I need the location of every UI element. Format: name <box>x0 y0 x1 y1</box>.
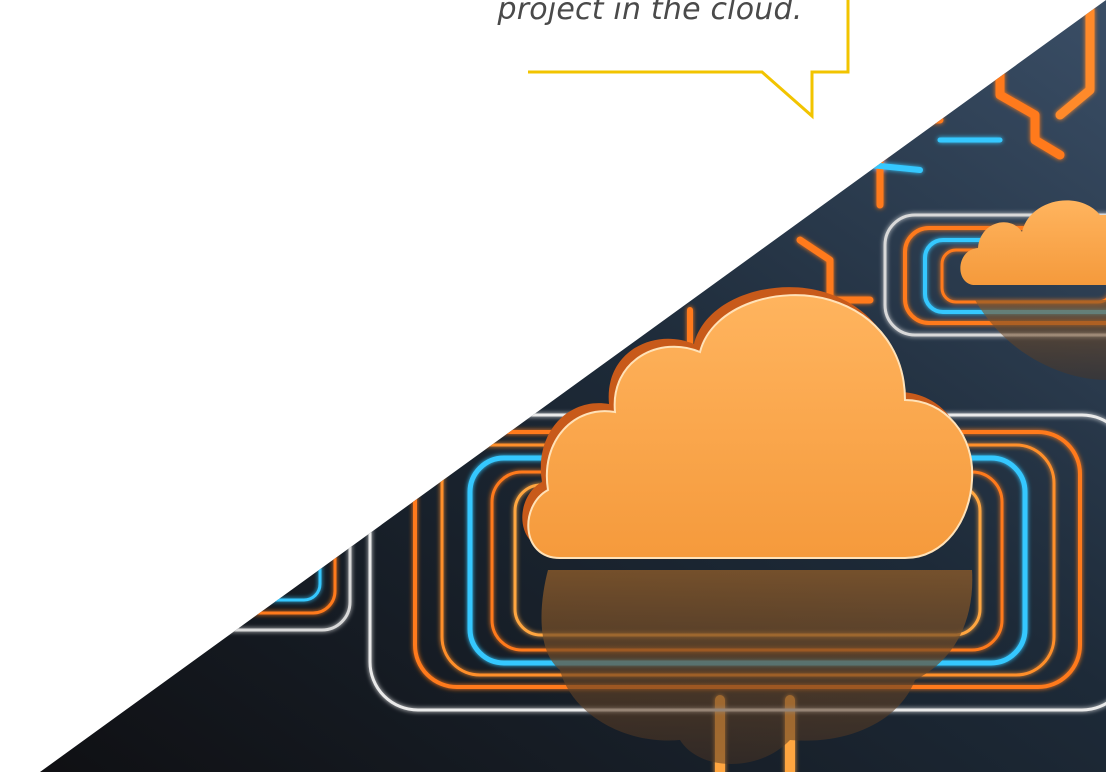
cloud-illustration <box>0 0 1106 772</box>
speech-bubble-text: project in the cloud. <box>497 0 803 27</box>
hero-graphic: project in the cloud. <box>0 0 1106 772</box>
